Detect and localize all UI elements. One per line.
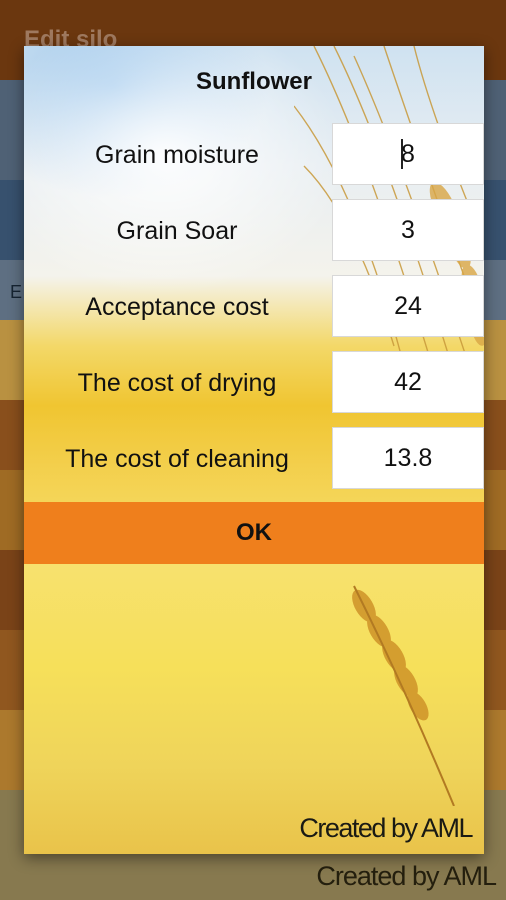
wheat-ear-decoration bbox=[352, 585, 455, 806]
row-drying-cost: The cost of drying 42 bbox=[24, 351, 484, 413]
drying-cost-label: The cost of drying bbox=[77, 369, 277, 397]
acceptance-cost-input[interactable]: 24 bbox=[332, 275, 484, 337]
acceptance-cost-label: Acceptance cost bbox=[85, 293, 269, 321]
edit-grain-dialog: Sunflower Grain moisture 8 Grain Soar 3 … bbox=[24, 46, 484, 854]
row-cleaning-cost: The cost of cleaning 13.8 bbox=[24, 427, 484, 489]
row-grain-soar: Grain Soar 3 bbox=[24, 199, 484, 261]
grain-soar-label: Grain Soar bbox=[116, 217, 238, 245]
cleaning-cost-label: The cost of cleaning bbox=[65, 445, 289, 473]
grain-moisture-value: 8 bbox=[401, 139, 415, 168]
cleaning-cost-input[interactable]: 13.8 bbox=[332, 427, 484, 489]
grain-soar-input[interactable]: 3 bbox=[332, 199, 484, 261]
row-acceptance-cost: Acceptance cost 24 bbox=[24, 275, 484, 337]
row-grain-moisture: Grain moisture 8 bbox=[24, 123, 484, 185]
dialog-credit: Created by AML bbox=[299, 813, 473, 843]
grain-moisture-input[interactable]: 8 bbox=[332, 123, 484, 185]
grain-moisture-label: Grain moisture bbox=[95, 141, 259, 169]
ok-button[interactable]: OK bbox=[24, 502, 484, 564]
dialog-title: Sunflower bbox=[195, 68, 312, 95]
drying-cost-input[interactable]: 42 bbox=[332, 351, 484, 413]
